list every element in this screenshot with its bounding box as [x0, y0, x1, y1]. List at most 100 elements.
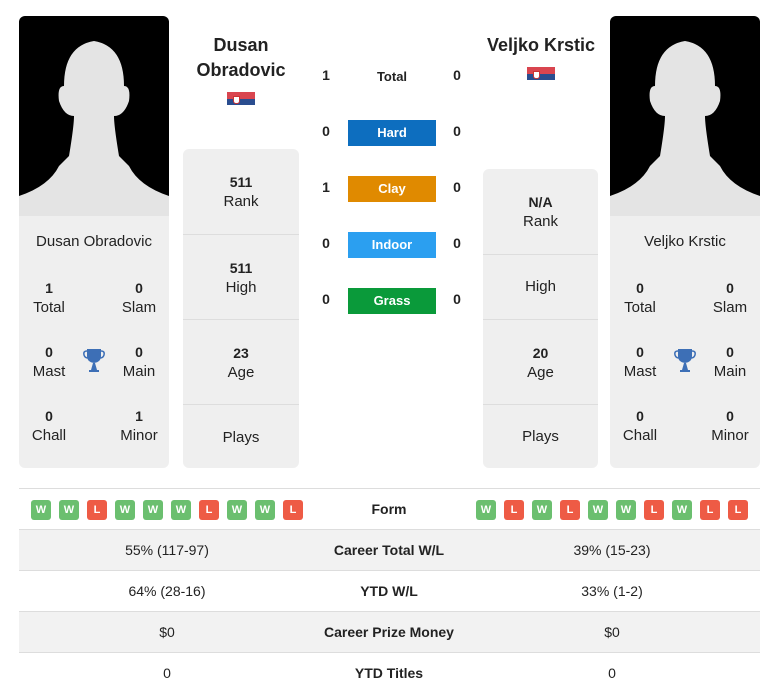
p1-career-wl: 55% (117-97)	[125, 542, 209, 558]
p1-age-value: 23	[233, 345, 249, 361]
p1-high-label: High	[225, 279, 257, 296]
form-badge-win[interactable]: W	[476, 500, 496, 520]
p2-age-label: Age	[527, 364, 554, 381]
player1-titles-card: Dusan Obradovic 1 Total 0 Slam 0 Mast 0 Main…	[19, 216, 169, 468]
p2-main-label: Main	[713, 363, 747, 380]
p1-minor-value: 1	[135, 408, 143, 424]
player-silhouette-icon	[610, 41, 760, 216]
form-badge-loss[interactable]: L	[644, 500, 664, 520]
form-badge-win[interactable]: W	[171, 500, 191, 520]
player2-photo	[610, 16, 760, 216]
h2h-clay-p1: 1	[322, 179, 330, 195]
p1-total-value: 1	[45, 280, 53, 296]
form-badge-win[interactable]: W	[616, 500, 636, 520]
h2h-grass-p2: 0	[453, 291, 461, 307]
prize-money-label: Career Prize Money	[324, 624, 454, 640]
h2h-hard-p1: 0	[322, 123, 330, 139]
p2-slam-label: Slam	[712, 299, 748, 316]
form-badge-win[interactable]: W	[115, 500, 135, 520]
serbia-flag-icon	[527, 67, 555, 80]
form-badge-win[interactable]: W	[672, 500, 692, 520]
table-row: 55% (117-97) Career Total W/L 39% (15-23…	[19, 529, 760, 570]
p1-slam-value: 0	[135, 280, 143, 296]
p2-total-label: Total	[624, 299, 656, 316]
form-badge-loss[interactable]: L	[560, 500, 580, 520]
player2-titles-card: Veljko Krstic 0 Total 0 Slam 0 Mast 0 Main 0…	[610, 216, 760, 468]
form-badge-loss[interactable]: L	[700, 500, 720, 520]
p1-total-label: Total	[33, 299, 65, 316]
table-row: 64% (28-16) YTD W/L 33% (1-2)	[19, 570, 760, 611]
p1-prize-money: $0	[159, 624, 175, 640]
form-badge-win[interactable]: W	[255, 500, 275, 520]
form-badge-win[interactable]: W	[31, 500, 51, 520]
player2-card-name: Veljko Krstic	[644, 233, 726, 250]
p1-main-value: 0	[135, 344, 143, 360]
form-badge-loss[interactable]: L	[504, 500, 524, 520]
form-badge-win[interactable]: W	[143, 500, 163, 520]
h2h-indoor-p1: 0	[322, 235, 330, 251]
career-wl-label: Career Total W/L	[333, 542, 445, 558]
surface-clay-button[interactable]: Clay	[348, 176, 436, 202]
form-badge-loss[interactable]: L	[283, 500, 303, 520]
p1-slam-label: Slam	[121, 299, 157, 316]
ytd-titles-label: YTD Titles	[354, 665, 424, 681]
table-row: 0 YTD Titles 0	[19, 652, 760, 693]
p2-total-value: 0	[636, 280, 644, 296]
p2-career-wl: 39% (15-23)	[573, 542, 651, 558]
p1-age-label: Age	[227, 364, 255, 381]
p1-main-label: Main	[122, 363, 156, 380]
p1-rank-label: Rank	[223, 193, 259, 210]
form-label: Form	[371, 501, 407, 517]
h2h-hard-p2: 0	[453, 123, 461, 139]
h2h-total-p2: 0	[453, 67, 461, 83]
p1-high-value: 511	[229, 260, 253, 276]
player1-info-card: 511 Rank 511 High 23 Age Plays	[183, 149, 299, 468]
p1-ytd-wl: 64% (28-16)	[128, 583, 206, 599]
h2h-clay-p2: 0	[453, 179, 461, 195]
p1-ytd-titles: 0	[163, 665, 171, 681]
surface-hard-button[interactable]: Hard	[348, 120, 436, 146]
p2-rank-value: N/A	[528, 194, 553, 210]
p2-minor-label: Minor	[711, 427, 749, 444]
h2h-grass-p1: 0	[322, 291, 330, 307]
player1-name-line2: Obradovic	[196, 60, 286, 80]
p2-prize-money: $0	[604, 624, 620, 640]
p2-minor-value: 0	[726, 408, 734, 424]
p2-main-value: 0	[726, 344, 734, 360]
p2-age-value: 20	[532, 345, 549, 361]
p1-minor-label: Minor	[120, 427, 158, 444]
p2-ytd-wl: 33% (1-2)	[581, 583, 643, 599]
table-row: $0 Career Prize Money $0	[19, 611, 760, 652]
p1-chall-label: Chall	[31, 427, 67, 444]
form-badge-loss[interactable]: L	[728, 500, 748, 520]
trophy-icon	[82, 347, 106, 378]
p2-mast-value: 0	[636, 344, 644, 360]
surface-grass-button[interactable]: Grass	[348, 288, 436, 314]
form-badge-win[interactable]: W	[588, 500, 608, 520]
p2-high-label: High	[525, 278, 556, 295]
form-badge-win[interactable]: W	[227, 500, 247, 520]
p1-mast-label: Mast	[32, 363, 66, 380]
p1-rank-value: 511	[229, 174, 253, 190]
form-badge-loss[interactable]: L	[87, 500, 107, 520]
form-badge-loss[interactable]: L	[199, 500, 219, 520]
p1-plays-label: Plays	[222, 429, 260, 446]
p2-chall-label: Chall	[622, 427, 658, 444]
p2-rank-label: Rank	[522, 213, 559, 230]
h2h-total-p1: 1	[322, 67, 330, 83]
p2-chall-value: 0	[636, 408, 644, 424]
form-badge-win[interactable]: W	[532, 500, 552, 520]
p2-mast-label: Mast	[623, 363, 657, 380]
player1-name[interactable]: Dusan Obradovic	[183, 33, 299, 83]
h2h-indoor-p2: 0	[453, 235, 461, 251]
player2-name[interactable]: Veljko Krstic	[478, 33, 604, 58]
ytd-wl-label: YTD W/L	[360, 583, 418, 599]
h2h-total-label: Total	[376, 69, 408, 84]
trophy-icon	[673, 347, 697, 378]
player1-name-line1: Dusan	[213, 35, 269, 55]
p2-plays-label: Plays	[522, 428, 559, 445]
p1-mast-value: 0	[45, 344, 53, 360]
surface-indoor-button[interactable]: Indoor	[348, 232, 436, 258]
form-badge-win[interactable]: W	[59, 500, 79, 520]
p1-chall-value: 0	[45, 408, 53, 424]
